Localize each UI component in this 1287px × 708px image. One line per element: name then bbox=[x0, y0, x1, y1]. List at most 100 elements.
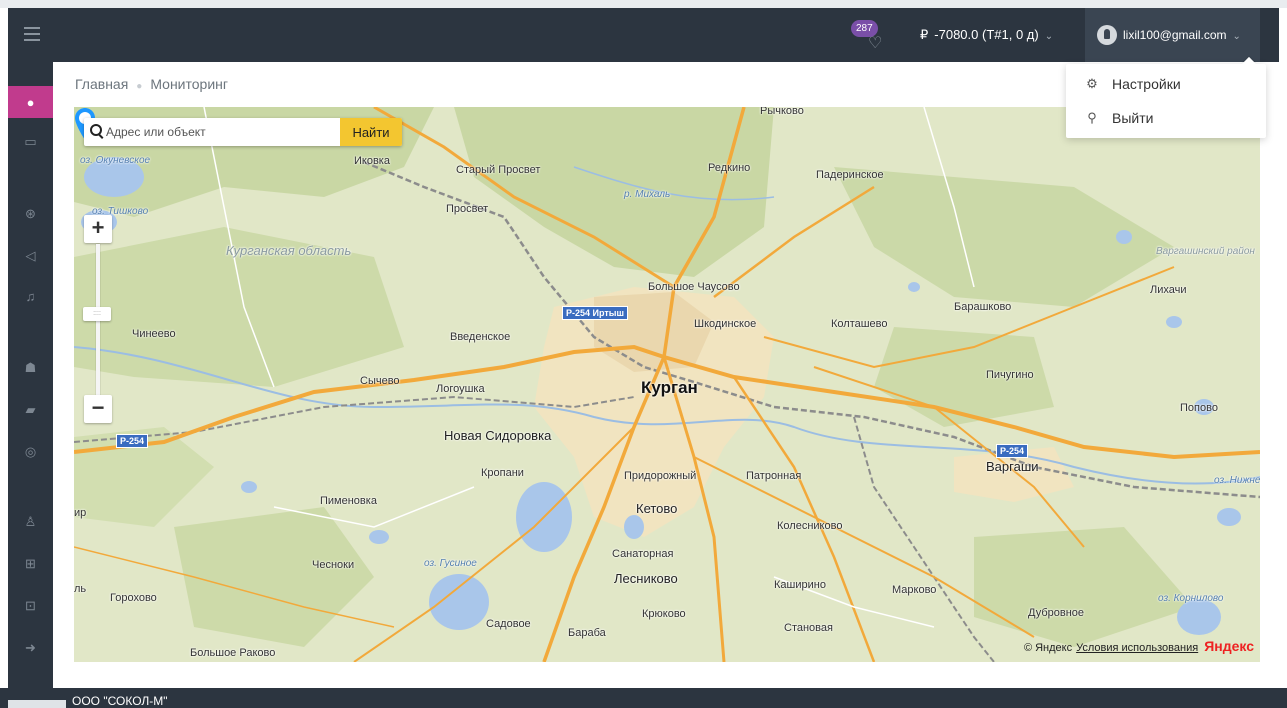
notifications-badge: 287 bbox=[851, 20, 878, 37]
map-label: Колесниково bbox=[777, 520, 843, 532]
send-icon: ◁ bbox=[25, 248, 36, 263]
sidebar-item-exit[interactable]: ➜ bbox=[8, 632, 53, 664]
map-label: Шкодинское bbox=[694, 318, 757, 330]
user-dropdown-menu: ⚙ Настройки ⚲ Выйти bbox=[1066, 64, 1266, 138]
map-label: Кетово bbox=[636, 501, 678, 516]
map-label: Чесноки bbox=[312, 559, 355, 571]
map-label: Становая bbox=[784, 622, 833, 634]
notifications-button[interactable]: ♡ 287 bbox=[851, 20, 891, 56]
sidebar-item-objects[interactable]: ▭ bbox=[8, 126, 53, 158]
map-label: р. Михаль bbox=[624, 189, 671, 200]
copyright-text: © Яндекс bbox=[1023, 642, 1073, 654]
road-shield: Р-254 bbox=[116, 434, 149, 448]
breadcrumb-current: Мониторинг bbox=[150, 76, 228, 92]
map-label: Крюково bbox=[642, 608, 686, 620]
breadcrumb: Главная ● Мониторинг bbox=[75, 76, 228, 92]
map-label: Садовое bbox=[486, 618, 531, 630]
terms-link[interactable]: Условия использования bbox=[1076, 642, 1198, 654]
user-email: lixil100@gmail.com ⌄ bbox=[1123, 28, 1241, 42]
map-label: ир bbox=[74, 507, 87, 519]
map-label: Санаторная bbox=[612, 548, 674, 560]
map-label: Сычево bbox=[360, 375, 400, 387]
map-label: Кропани bbox=[481, 467, 524, 479]
user-icon: ♙ bbox=[24, 514, 37, 529]
sidebar-item-apps[interactable]: ⊞ bbox=[8, 548, 53, 580]
menu-item-settings[interactable]: ⚙ Настройки bbox=[1066, 66, 1266, 102]
gear-icon: ⚙ bbox=[1086, 76, 1098, 91]
map-label: Дубровное bbox=[1028, 607, 1085, 619]
balance-dropdown[interactable]: ₽ -7080.0 (Т#1, 0 д) ⌄ bbox=[920, 27, 1053, 43]
map-label: Курганская область bbox=[226, 243, 352, 258]
map-label: Пименовка bbox=[320, 495, 377, 507]
sidebar-item-events[interactable]: ♫ bbox=[8, 280, 53, 312]
map-label: Бараба bbox=[568, 627, 606, 639]
map-label: Марково bbox=[892, 584, 937, 596]
footer-control[interactable] bbox=[8, 700, 66, 708]
zoom-in-button[interactable]: + bbox=[84, 215, 112, 243]
avatar bbox=[1097, 25, 1117, 45]
map-label: Придорожный bbox=[624, 470, 697, 482]
monitor-icon: ▭ bbox=[24, 134, 37, 149]
map-label: Падеринское bbox=[816, 169, 884, 181]
map-label: Новая Сидоровка bbox=[444, 428, 552, 443]
sidebar-item-dashboard[interactable]: ⊛ bbox=[8, 198, 53, 230]
user-menu[interactable]: lixil100@gmail.com ⌄ bbox=[1085, 8, 1260, 62]
menu-item-logout[interactable]: ⚲ Выйти bbox=[1066, 100, 1266, 136]
map-label: Иковка bbox=[354, 155, 390, 167]
map-label: оз. Гусиное bbox=[424, 558, 477, 569]
bell-icon: ♫ bbox=[25, 288, 36, 304]
sidebar-item-profile[interactable]: ♙ bbox=[8, 506, 53, 538]
breadcrumb-home[interactable]: Главная bbox=[75, 76, 128, 92]
hamburger-menu-icon[interactable] bbox=[24, 27, 40, 41]
zoom-slider-handle[interactable]: :::: bbox=[83, 307, 111, 321]
road-shield: Р-254 Иртыш bbox=[562, 306, 628, 320]
map-label: Просвет bbox=[446, 203, 489, 215]
chat-icon: ◎ bbox=[24, 444, 37, 459]
globe-icon: ● bbox=[26, 94, 35, 110]
map-label: Попово bbox=[1180, 402, 1218, 414]
zoom-out-button[interactable]: − bbox=[84, 395, 112, 423]
sidebar-item-reports[interactable]: ▰ bbox=[8, 394, 53, 426]
sidebar: ● ▭ ⊛ ◁ ♫ ☗ ▰ ◎ ♙ ⊞ ⊡ ➜ bbox=[8, 62, 53, 688]
arrow-circle-icon: ➜ bbox=[25, 640, 36, 655]
top-header: ♡ 287 ₽ -7080.0 (Т#1, 0 д) ⌄ lixil100@gmai… bbox=[8, 8, 1279, 62]
yandex-logo[interactable]: Яндекс bbox=[1204, 638, 1254, 654]
sidebar-item-chat[interactable]: ◎ bbox=[8, 436, 53, 468]
map-label: Барашково bbox=[954, 301, 1012, 313]
sidebar-item-messages[interactable]: ◁ bbox=[8, 240, 53, 272]
map-label: Каширино bbox=[774, 579, 826, 591]
zoom-slider-track[interactable] bbox=[96, 244, 100, 400]
dashboard-icon: ⊛ bbox=[25, 206, 36, 221]
sidebar-item-monitoring[interactable]: ● bbox=[8, 86, 53, 118]
top-strip bbox=[0, 0, 1287, 8]
search-icon bbox=[90, 124, 102, 136]
sidebar-item-groups[interactable]: ☗ bbox=[8, 352, 53, 384]
map-label: Редкино bbox=[708, 162, 751, 174]
map-label: Старый Просвет bbox=[456, 164, 541, 176]
map-label: Пичугино bbox=[986, 369, 1034, 381]
key-icon: ⚲ bbox=[1087, 110, 1097, 125]
company-name: ООО "СОКОЛ-М" bbox=[72, 694, 168, 708]
map-label: оз. Нижне bbox=[1214, 475, 1260, 486]
map-label: Большое Чаусово bbox=[648, 281, 740, 293]
road-shield: Р-254 bbox=[996, 444, 1029, 458]
map-label: Колташево bbox=[831, 318, 888, 330]
search-button[interactable]: Найти bbox=[340, 118, 402, 146]
map-label: оз. Окуневское bbox=[80, 155, 151, 166]
map-label: Введенское bbox=[450, 331, 511, 343]
map-search-input[interactable] bbox=[106, 118, 336, 146]
map-view[interactable]: Рычково оз. Окуневское Иковка Старый Про… bbox=[74, 107, 1260, 662]
map-label: оз. Корнилово bbox=[1158, 593, 1224, 604]
sidebar-item-billing[interactable]: ⊡ bbox=[8, 590, 53, 622]
chevron-down-icon: ⌄ bbox=[1044, 31, 1054, 42]
map-label: Лесниково bbox=[614, 571, 678, 586]
menu-item-label: Настройки bbox=[1112, 76, 1181, 92]
map-search-bar: Найти bbox=[84, 118, 402, 146]
map-label: Горохово bbox=[110, 592, 157, 604]
map-label: Рычково bbox=[760, 107, 804, 117]
users-icon: ☗ bbox=[24, 360, 37, 375]
balance-value: -7080.0 (Т#1, 0 д) bbox=[934, 27, 1039, 42]
ruble-icon: ₽ bbox=[920, 27, 929, 42]
menu-item-label: Выйти bbox=[1112, 110, 1154, 126]
footer: ООО "СОКОЛ-М" bbox=[0, 688, 1287, 708]
